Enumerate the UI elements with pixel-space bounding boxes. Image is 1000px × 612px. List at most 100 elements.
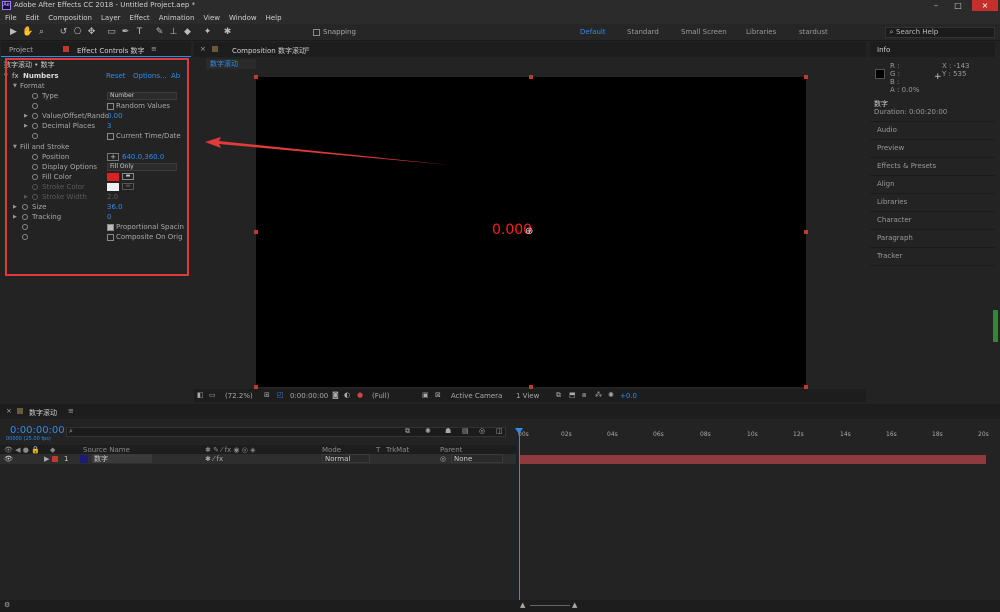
snapping-checkbox[interactable] [313, 28, 320, 36]
search-help-input[interactable]: Search Help [885, 27, 995, 38]
exposure-value[interactable]: +0.0 [620, 392, 637, 400]
pen-tool-icon[interactable]: ✒ [120, 27, 131, 38]
render-time-icon[interactable]: ⚙ [4, 601, 10, 609]
col-t[interactable]: T [376, 446, 380, 454]
workspace-small-screen[interactable]: Small Screen [681, 28, 727, 36]
rotate-tool-icon[interactable]: ↺ [58, 27, 69, 38]
pickwhip-icon[interactable]: ◎ [440, 455, 446, 463]
zoom-in-icon[interactable]: ▲ [572, 601, 577, 609]
eraser-tool-icon[interactable]: ◆ [182, 27, 193, 38]
playhead[interactable] [519, 431, 520, 601]
zoom-level[interactable]: (72.2%) [225, 392, 253, 400]
layer-row[interactable]: 👁 ▶ 1 数字 ✱ ⁄ fx Normal ◎ None [0, 454, 516, 464]
eye-icon[interactable]: 👁 [4, 455, 13, 463]
brush-tool-icon[interactable]: ✎ [154, 27, 165, 38]
puppet-pin-tool-icon[interactable]: ✱ [222, 27, 233, 38]
type-tool-icon[interactable]: T [134, 27, 145, 38]
edge-handle[interactable] [529, 75, 533, 79]
timeline-icon[interactable]: ⧈ [582, 391, 586, 400]
zoom-slider[interactable] [530, 605, 570, 606]
current-time[interactable]: 0:00:00:00 [290, 392, 328, 400]
panel-paragraph[interactable]: Paragraph [877, 234, 913, 242]
corner-handle[interactable] [254, 75, 258, 79]
maximize-button[interactable]: □ [948, 0, 968, 11]
panel-menu-icon[interactable]: ≡ [68, 407, 74, 415]
rectangle-tool-icon[interactable]: ▭ [106, 27, 117, 38]
always-preview-icon[interactable]: ◧ [197, 391, 204, 399]
menu-layer[interactable]: Layer [101, 12, 121, 24]
tab-composition[interactable]: Composition 数字滚动 [232, 46, 306, 56]
col-mode[interactable]: Mode [322, 446, 341, 454]
menu-edit[interactable]: Edit [26, 12, 40, 24]
col-parent[interactable]: Parent [440, 446, 462, 454]
draft-3d-icon[interactable]: ✺ [425, 427, 431, 435]
frame-blending-icon[interactable]: ▤ [462, 427, 469, 435]
show-snapshot-icon[interactable]: ◐ [344, 391, 350, 399]
edge-handle[interactable] [254, 230, 258, 234]
layer-duration-bar[interactable] [520, 455, 986, 464]
menu-help[interactable]: Help [266, 12, 282, 24]
anchor-point-icon[interactable]: ⊕ [525, 226, 533, 237]
workspace-standard[interactable]: Standard [627, 28, 659, 36]
tab-effect-controls[interactable]: Effect Controls 数字 [77, 46, 145, 56]
menu-view[interactable]: View [203, 12, 220, 24]
panel-character[interactable]: Character [877, 216, 912, 224]
comp-mini-flowchart-icon[interactable]: ⧉ [405, 427, 410, 436]
menu-composition[interactable]: Composition [48, 12, 92, 24]
workspace-libraries[interactable]: Libraries [746, 28, 776, 36]
menu-animation[interactable]: Animation [159, 12, 195, 24]
zoom-out-icon[interactable]: ▲ [520, 601, 525, 609]
panel-audio[interactable]: Audio [877, 126, 897, 134]
pan-behind-tool-icon[interactable]: ✥ [86, 27, 97, 38]
menu-effect[interactable]: Effect [130, 12, 150, 24]
corner-handle[interactable] [804, 75, 808, 79]
tab-project[interactable]: Project [9, 46, 33, 54]
minimize-button[interactable]: – [926, 0, 946, 11]
camera-dropdown[interactable]: Active Camera [451, 392, 502, 400]
layer-switches[interactable]: ✱ ⁄ fx [205, 455, 223, 463]
snapshot-icon[interactable]: ◙ [332, 391, 339, 399]
time-ruler[interactable]: 00s 02s 04s 06s 08s 10s 12s 14s 16s 18s … [518, 431, 990, 447]
hand-tool-icon[interactable]: ✋ [22, 27, 33, 38]
menu-window[interactable]: Window [229, 12, 257, 24]
timeline-current-time[interactable]: 0:00:00:00 [10, 425, 65, 436]
camera-tool-icon[interactable]: ⎔ [72, 27, 83, 38]
monitor-icon[interactable]: ▭ [209, 391, 216, 399]
grid-icon[interactable]: ⊞ [264, 391, 270, 399]
mask-icon[interactable]: ◰ [277, 391, 284, 399]
panel-preview[interactable]: Preview [877, 144, 904, 152]
panel-tracker[interactable]: Tracker [877, 252, 902, 260]
channel-icon[interactable]: ● [357, 391, 363, 399]
close-button[interactable]: × [972, 0, 998, 11]
composition-subtab[interactable]: 数字滚动 [206, 59, 256, 69]
col-trkmat[interactable]: TrkMat [386, 446, 409, 454]
timeline-search-input[interactable] [66, 427, 506, 437]
clone-stamp-tool-icon[interactable]: ⊥ [168, 27, 179, 38]
layer-parent-dropdown[interactable]: None [451, 454, 503, 463]
flowchart-icon[interactable]: ⁂ [595, 391, 602, 399]
layer-mode-dropdown[interactable]: Normal [322, 454, 370, 463]
panel-libraries[interactable]: Libraries [877, 198, 907, 206]
snapping-toggle[interactable]: Snapping [313, 28, 356, 36]
close-tab-icon[interactable]: × [200, 45, 206, 53]
label-color-icon[interactable] [52, 456, 58, 462]
col-source-name[interactable]: Source Name [83, 446, 130, 454]
motion-blur-icon[interactable]: ◎ [479, 427, 485, 435]
resolution-dropdown[interactable]: (Full) [372, 392, 389, 400]
zoom-tool-icon[interactable]: ⌕ [36, 27, 47, 38]
layer-name[interactable]: 数字 [92, 454, 152, 463]
expand-icon[interactable]: ▶ [44, 455, 49, 463]
edge-handle[interactable] [804, 230, 808, 234]
workspace-default[interactable]: Default [580, 28, 606, 36]
fast-preview-icon[interactable]: ⬒ [569, 391, 576, 399]
info-panel-title[interactable]: Info [877, 46, 890, 54]
views-dropdown[interactable]: 1 View [516, 392, 539, 400]
graph-editor-icon[interactable]: ◫ [496, 427, 503, 435]
close-tab-icon[interactable]: × [6, 407, 12, 415]
toggle-pixel-icon[interactable]: ⧉ [556, 391, 561, 400]
panel-effects-presets[interactable]: Effects & Presets [877, 162, 936, 170]
menu-file[interactable]: File [5, 12, 17, 24]
workspace-stardust[interactable]: stardust [799, 28, 828, 36]
timeline-tab[interactable]: 数字滚动 [29, 408, 57, 418]
panel-menu-icon[interactable]: ≡ [304, 45, 310, 53]
